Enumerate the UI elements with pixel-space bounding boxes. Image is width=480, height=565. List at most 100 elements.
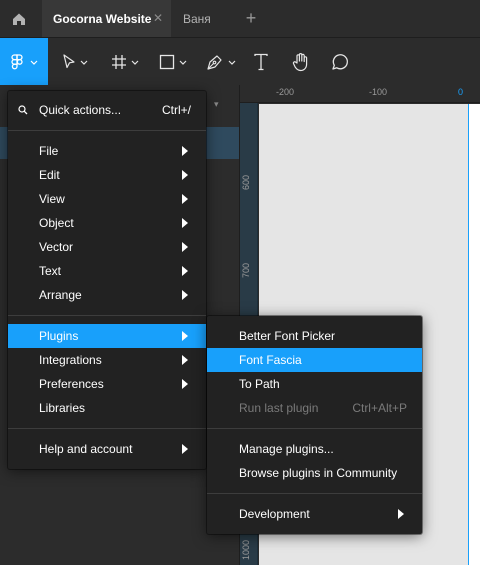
menu-divider (207, 493, 422, 494)
submenu-arrow-icon (182, 170, 188, 180)
text-tool-icon (254, 53, 268, 71)
move-tool-icon (63, 54, 75, 69)
page-dropdown-chevron-icon[interactable]: ▾ (214, 99, 219, 110)
menu-item-label: Better Font Picker (239, 329, 336, 343)
ruler-tick: 1000 (241, 539, 251, 560)
menu-item-edit[interactable]: Edit (8, 163, 206, 187)
submenu-arrow-icon (182, 218, 188, 228)
menu-item-text[interactable]: Text (8, 259, 206, 283)
submenu-arrow-icon (182, 355, 188, 365)
menu-item-label: To Path (239, 377, 280, 391)
menu-item-integrations[interactable]: Integrations (8, 348, 206, 372)
menu-item-label: Quick actions... (39, 103, 122, 117)
tab-vanya[interactable]: Ваня (171, 0, 233, 37)
menu-item-label: Arrange (39, 288, 82, 302)
menu-item-view[interactable]: View (8, 187, 206, 211)
horizontal-ruler: -200 -100 0 (240, 85, 480, 103)
chevron-down-icon (131, 60, 139, 65)
comment-tool-button[interactable] (331, 38, 349, 86)
menu-item-arrange[interactable]: Arrange (8, 283, 206, 307)
pen-tool-button[interactable] (206, 38, 236, 86)
chevron-down-icon (228, 60, 236, 65)
menu-item-label: Browse plugins in Community (239, 466, 398, 480)
menu-item-to-path[interactable]: To Path (207, 372, 422, 396)
menu-divider (8, 315, 206, 316)
menu-item-vector[interactable]: Vector (8, 235, 206, 259)
menu-item-label: Object (39, 216, 74, 230)
menu-divider (8, 428, 206, 429)
menu-item-object[interactable]: Object (8, 211, 206, 235)
hand-tool-button[interactable] (291, 38, 311, 86)
text-tool-button[interactable] (253, 38, 269, 86)
menu-item-help-and-account[interactable]: Help and account (8, 437, 206, 461)
submenu-arrow-icon (182, 242, 188, 252)
move-tool-button[interactable] (62, 38, 88, 86)
add-tab-icon[interactable]: + (240, 7, 262, 29)
selected-frame[interactable] (468, 104, 480, 565)
submenu-arrow-icon (182, 194, 188, 204)
menu-item-run-last-plugin: Run last plugin Ctrl+Alt+P (207, 396, 422, 420)
menu-item-label: Run last plugin (239, 401, 319, 415)
search-icon (18, 105, 28, 115)
main-menu: Quick actions... Ctrl+/ File Edit View O… (8, 91, 206, 469)
frame-tool-button[interactable] (111, 38, 139, 86)
tab-bar: Gocorna Website ✕ Ваня + (0, 0, 480, 37)
chevron-down-icon (30, 60, 37, 65)
hand-tool-icon (292, 53, 308, 72)
submenu-arrow-icon (182, 290, 188, 300)
ruler-tick: -100 (369, 87, 388, 97)
menu-item-label: View (39, 192, 65, 206)
plugins-submenu: Better Font Picker Font Fascia To Path R… (207, 316, 422, 534)
submenu-arrow-icon (182, 444, 188, 454)
menu-item-preferences[interactable]: Preferences (8, 372, 206, 396)
menu-divider (207, 428, 422, 429)
submenu-arrow-icon (182, 379, 188, 389)
submenu-arrow-icon (182, 146, 188, 156)
ruler-tick: 600 (241, 174, 251, 190)
submenu-arrow-icon (398, 509, 404, 519)
menu-item-label: Vector (39, 240, 74, 254)
tab-gocorna-website[interactable]: Gocorna Website ✕ (42, 0, 171, 37)
menu-item-label: Plugins (39, 329, 79, 343)
menu-item-development[interactable]: Development (207, 502, 422, 526)
menu-item-plugins[interactable]: Plugins (8, 324, 206, 348)
menu-item-label: Integrations (39, 353, 102, 367)
tab-label: Gocorna Website (53, 11, 152, 26)
tab-label: Ваня (183, 11, 211, 26)
ruler-tick: 700 (241, 262, 251, 278)
menu-item-label: Manage plugins... (239, 442, 334, 456)
submenu-arrow-icon (182, 331, 188, 341)
menu-item-label: Text (39, 264, 62, 278)
menu-item-label: File (39, 144, 59, 158)
chevron-down-icon (80, 60, 88, 65)
menu-item-font-fascia[interactable]: Font Fascia (207, 348, 422, 372)
menu-item-browse-plugins[interactable]: Browse plugins in Community (207, 461, 422, 485)
chevron-down-icon (179, 60, 187, 65)
menu-item-shortcut: Ctrl+Alt+P (352, 401, 407, 415)
pen-tool-icon (207, 55, 222, 70)
menu-item-better-font-picker[interactable]: Better Font Picker (207, 324, 422, 348)
menu-item-quick-actions[interactable]: Quick actions... Ctrl+/ (8, 98, 206, 122)
frame-tool-icon (112, 55, 126, 69)
menu-divider (8, 130, 206, 131)
menu-item-libraries[interactable]: Libraries (8, 396, 206, 420)
menu-item-label: Help and account (39, 442, 133, 456)
ruler-tick: 0 (458, 87, 464, 97)
main-menu-button[interactable] (0, 38, 48, 86)
menu-item-file[interactable]: File (8, 139, 206, 163)
toolbar (0, 37, 480, 86)
menu-item-label: Development (239, 507, 310, 521)
menu-item-manage-plugins[interactable]: Manage plugins... (207, 437, 422, 461)
rectangle-tool-icon (159, 54, 175, 70)
home-icon[interactable] (0, 0, 37, 37)
menu-item-shortcut: Ctrl+/ (161, 103, 191, 117)
menu-item-label: Libraries (39, 401, 86, 415)
menu-item-label: Edit (39, 168, 60, 182)
close-tab-icon[interactable]: ✕ (153, 11, 163, 25)
submenu-arrow-icon (182, 266, 188, 276)
shape-tool-button[interactable] (159, 38, 187, 86)
menu-item-label: Font Fascia (239, 353, 302, 367)
menu-item-label: Preferences (39, 377, 104, 391)
comment-tool-icon (332, 54, 348, 70)
ruler-tick: -200 (276, 87, 295, 97)
